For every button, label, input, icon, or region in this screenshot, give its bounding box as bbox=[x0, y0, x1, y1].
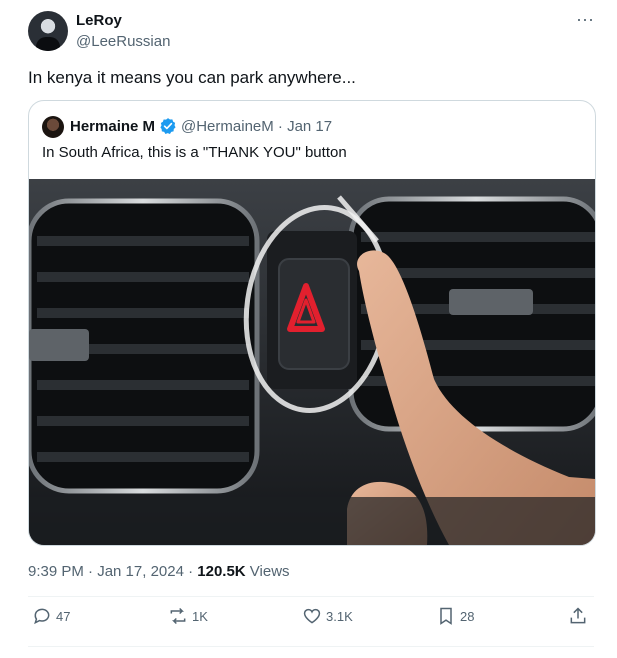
author-handle[interactable]: @LeeRussian bbox=[76, 33, 170, 50]
tweet: LeRoy @LeeRussian ··· In kenya it means … bbox=[0, 0, 617, 658]
repost-icon bbox=[170, 607, 186, 625]
repost-count: 1K bbox=[192, 608, 208, 624]
author-name[interactable]: LeRoy bbox=[76, 12, 122, 29]
quoted-tweet-text: In South Africa, this is a "THANK YOU" b… bbox=[42, 144, 347, 161]
quoted-tweet-image[interactable] bbox=[29, 179, 595, 545]
quoted-handle-date: @HermaineM · Jan 17 bbox=[181, 118, 333, 135]
bookmark-count: 28 bbox=[460, 608, 475, 624]
verified-icon bbox=[160, 118, 176, 134]
quoted-author-avatar bbox=[42, 116, 64, 138]
repost-button[interactable]: 1K bbox=[168, 606, 208, 626]
quoted-tweet[interactable]: Hermaine M @HermaineM · Jan 17 In South … bbox=[28, 100, 596, 546]
bookmark-icon bbox=[440, 607, 452, 625]
reply-button[interactable]: 47 bbox=[32, 606, 70, 626]
tweet-actions: 47 1K 3.1K 28 bbox=[28, 606, 594, 636]
bookmark-button[interactable]: 28 bbox=[436, 606, 474, 626]
share-icon bbox=[570, 607, 586, 624]
author-avatar[interactable] bbox=[28, 11, 68, 51]
tweet-meta: 9:39 PM · Jan 17, 2024 · 120.5K Views bbox=[28, 563, 290, 580]
share-button[interactable] bbox=[568, 606, 588, 626]
like-icon bbox=[303, 608, 321, 624]
divider bbox=[28, 596, 594, 597]
divider bbox=[28, 646, 594, 647]
like-button[interactable]: 3.1K bbox=[302, 606, 353, 626]
views-label: Views bbox=[245, 563, 290, 580]
reply-count: 47 bbox=[56, 608, 71, 624]
tweet-text: In kenya it means you can park anywhere.… bbox=[28, 68, 356, 87]
tweet-timestamp[interactable]: 9:39 PM · Jan 17, 2024 · bbox=[28, 563, 197, 580]
like-count: 3.1K bbox=[326, 608, 353, 624]
views-count: 120.5K bbox=[197, 563, 246, 580]
more-icon[interactable]: ··· bbox=[576, 9, 594, 30]
quoted-author-name: Hermaine M bbox=[70, 118, 156, 135]
reply-icon bbox=[34, 608, 50, 625]
